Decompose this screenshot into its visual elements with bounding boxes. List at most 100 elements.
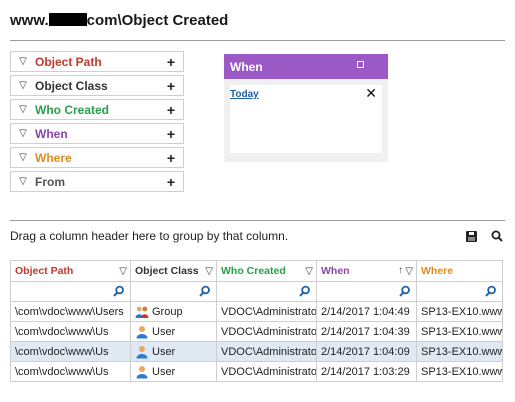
group-hint: Drag a column header here to group by th… xyxy=(10,229,289,243)
filter-label: Object Class xyxy=(35,78,108,93)
funnel-icon: ▽ xyxy=(19,152,27,163)
filter-cell-object-path[interactable] xyxy=(11,282,131,301)
cell-object-path: \com\vdoc\www\Us xyxy=(11,362,131,381)
filter-label: Who Created xyxy=(35,102,110,117)
cell-when: 2/14/2017 1:04:09 xyxy=(317,342,417,361)
cell-object-path: \com\vdoc\www\Us xyxy=(11,342,131,361)
save-icon[interactable] xyxy=(466,231,477,242)
user-icon xyxy=(136,365,148,378)
plus-icon[interactable]: + xyxy=(164,150,178,166)
grid-divider xyxy=(10,220,505,221)
close-icon[interactable]: ✕ xyxy=(365,85,377,102)
cell-when: 2/14/2017 1:03:29 xyxy=(317,362,417,381)
filter-list: ▽ Object Path + ▽ Object Class + ▽ Who C… xyxy=(10,51,184,195)
cell-who-created: VDOC\Administrator xyxy=(217,322,317,341)
page-title: www. com\Object Created xyxy=(10,12,228,29)
sort-arrow-icon[interactable]: ↑ xyxy=(398,265,403,276)
cell-object-class-label: User xyxy=(152,325,176,338)
search-icon[interactable] xyxy=(199,285,211,297)
search-icon[interactable] xyxy=(485,285,497,297)
when-panel-body: Today ✕ xyxy=(230,85,382,153)
cell-object-class: User xyxy=(131,342,217,361)
table-row-selected[interactable]: \com\vdoc\www\Us User VDOC\Administrator… xyxy=(11,342,503,362)
audit-grid: Object Path ▽ Object Class ▽ Who Created… xyxy=(10,260,503,382)
cell-object-path: \com\vdoc\www\Users xyxy=(11,302,131,321)
redacted-block xyxy=(48,13,87,26)
plus-icon[interactable]: + xyxy=(164,78,178,94)
column-header-object-class[interactable]: Object Class ▽ xyxy=(131,261,217,281)
today-link[interactable]: Today xyxy=(230,89,259,100)
cell-object-class: User xyxy=(131,362,217,381)
column-header-who-created[interactable]: Who Created ▽ xyxy=(217,261,317,281)
filter-label: From xyxy=(35,174,65,189)
plus-icon[interactable]: + xyxy=(164,102,178,118)
filter-label: When xyxy=(35,126,68,141)
cell-who-created: VDOC\Administrator xyxy=(217,362,317,381)
funnel-icon: ▽ xyxy=(19,80,27,91)
filter-when[interactable]: ▽ When + xyxy=(10,123,184,144)
grid-filter-row xyxy=(11,282,503,302)
filter-where[interactable]: ▽ Where + xyxy=(10,147,184,168)
grid-header-row: Object Path ▽ Object Class ▽ Who Created… xyxy=(11,260,503,282)
column-header-label: Object Class xyxy=(135,265,199,277)
column-header-when[interactable]: When ↑ ▽ xyxy=(317,261,417,281)
filter-cell-object-class[interactable] xyxy=(131,282,217,301)
column-header-label: Who Created xyxy=(221,265,286,277)
cell-where: SP13-EX10.www xyxy=(417,342,503,361)
column-header-object-path[interactable]: Object Path ▽ xyxy=(11,261,131,281)
cell-object-class-label: Group xyxy=(152,305,183,318)
when-panel: When Today ✕ xyxy=(224,54,388,162)
funnel-icon: ▽ xyxy=(19,56,27,67)
title-divider xyxy=(10,40,505,41)
plus-icon[interactable]: + xyxy=(164,54,178,70)
title-suffix: com\Object Created xyxy=(86,12,229,29)
cell-where: SP13-EX10.www xyxy=(417,322,503,341)
funnel-icon[interactable]: ▽ xyxy=(205,266,213,277)
filter-object-class[interactable]: ▽ Object Class + xyxy=(10,75,184,96)
funnel-icon[interactable]: ▽ xyxy=(405,266,413,277)
when-panel-header: When xyxy=(224,54,388,79)
table-row[interactable]: \com\vdoc\www\Users Group VDOC\Administr… xyxy=(11,302,503,322)
cell-when: 2/14/2017 1:04:49 xyxy=(317,302,417,321)
search-icon[interactable] xyxy=(491,230,503,242)
filter-object-path[interactable]: ▽ Object Path + xyxy=(10,51,184,72)
funnel-icon: ▽ xyxy=(19,104,27,115)
cell-who-created: VDOC\Administrator xyxy=(217,342,317,361)
cell-who-created: VDOC\Administrator xyxy=(217,302,317,321)
funnel-icon: ▽ xyxy=(19,128,27,139)
plus-icon[interactable]: + xyxy=(164,174,178,190)
search-icon[interactable] xyxy=(399,285,411,297)
column-header-where[interactable]: Where xyxy=(417,261,503,281)
plus-icon[interactable]: + xyxy=(164,126,178,142)
cell-object-class-label: User xyxy=(152,345,176,358)
search-icon[interactable] xyxy=(299,285,311,297)
filter-label: Where xyxy=(35,150,72,165)
column-header-label: When xyxy=(321,265,350,277)
user-icon xyxy=(136,345,148,358)
cell-object-class: Group xyxy=(131,302,217,321)
filter-from[interactable]: ▽ From + xyxy=(10,171,184,192)
funnel-icon[interactable]: ▽ xyxy=(305,266,313,277)
search-icon[interactable] xyxy=(113,285,125,297)
column-header-label: Object Path xyxy=(15,265,74,277)
table-row[interactable]: \com\vdoc\www\Us User VDOC\Administrator… xyxy=(11,362,503,382)
cell-object-class-label: User xyxy=(152,365,176,378)
title-prefix: www. xyxy=(10,12,49,29)
cell-object-class: User xyxy=(131,322,217,341)
filter-who-created[interactable]: ▽ Who Created + xyxy=(10,99,184,120)
user-icon xyxy=(136,325,148,338)
maximize-icon[interactable] xyxy=(357,61,364,68)
filter-cell-where[interactable] xyxy=(417,282,503,301)
cell-where: SP13-EX10.www xyxy=(417,362,503,381)
column-header-label: Where xyxy=(421,265,454,277)
funnel-icon[interactable]: ▽ xyxy=(119,266,127,277)
cell-where: SP13-EX10.www xyxy=(417,302,503,321)
filter-cell-when[interactable] xyxy=(317,282,417,301)
when-panel-title: When xyxy=(230,59,263,74)
filter-label: Object Path xyxy=(35,54,102,69)
funnel-icon: ▽ xyxy=(19,176,27,187)
table-row[interactable]: \com\vdoc\www\Us User VDOC\Administrator… xyxy=(11,322,503,342)
group-icon xyxy=(135,306,149,318)
cell-when: 2/14/2017 1:04:39 xyxy=(317,322,417,341)
filter-cell-who-created[interactable] xyxy=(217,282,317,301)
